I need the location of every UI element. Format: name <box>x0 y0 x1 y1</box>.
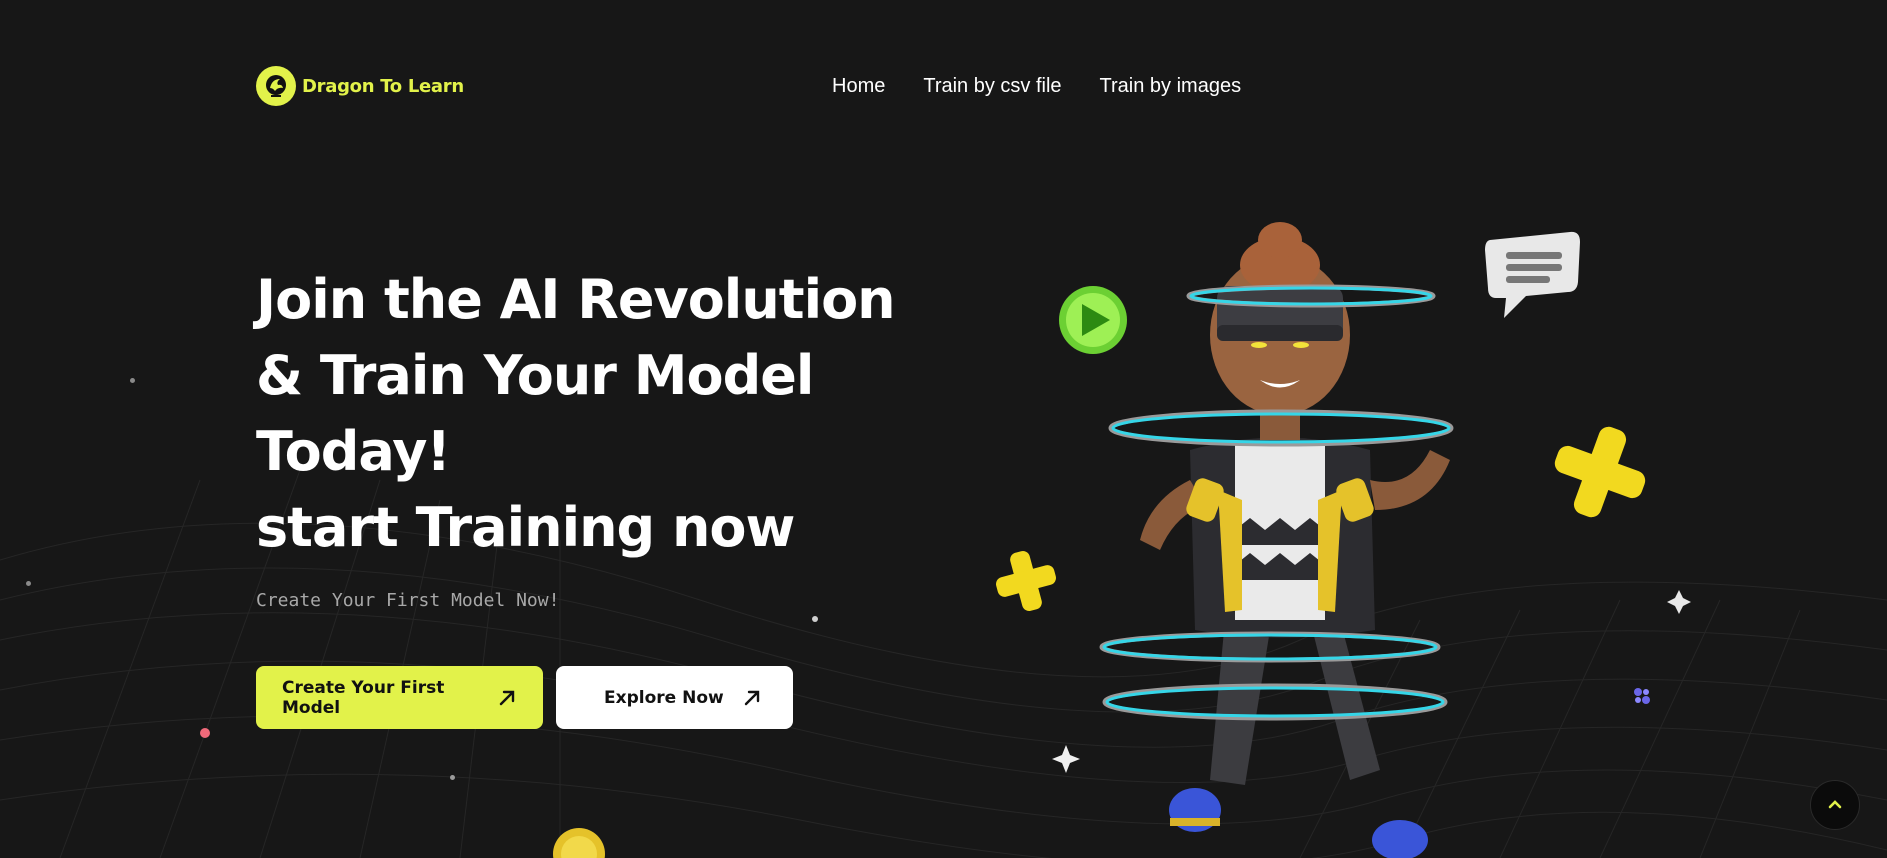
decor-dot <box>26 581 31 586</box>
scroll-to-top-button[interactable] <box>1810 780 1860 830</box>
arrow-up-right-icon <box>497 688 517 708</box>
hero-subtitle: Create Your First Model Now! <box>256 590 560 611</box>
nav-train-by-images[interactable]: Train by images <box>1100 75 1242 98</box>
sparkle-icon <box>1667 590 1691 614</box>
nav-home[interactable]: Home <box>832 75 885 98</box>
arrow-up-right-icon <box>742 688 762 708</box>
decor-dot <box>450 775 455 780</box>
decor-dot <box>200 728 210 738</box>
site-header: Dragon To Learn Home Train by csv file T… <box>256 64 1241 108</box>
plus-shape-icon <box>996 551 1056 611</box>
chat-bubble-icon <box>1485 231 1580 318</box>
plus-shape-icon <box>1554 426 1646 518</box>
nav-train-by-csv[interactable]: Train by csv file <box>923 75 1061 98</box>
coin-icon <box>553 828 605 858</box>
brand-logo[interactable]: Dragon To Learn <box>256 66 464 106</box>
headline-line: & Train Your Model <box>256 344 814 407</box>
character <box>1140 222 1450 858</box>
hero-headline: Join the AI Revolution & Train Your Mode… <box>256 262 936 566</box>
decor-dot <box>130 378 135 383</box>
bow-shape-icon <box>1634 688 1650 704</box>
button-label: Create Your First Model <box>282 677 445 718</box>
chevron-up-icon <box>1828 796 1842 814</box>
hero-section: Join the AI Revolution & Train Your Mode… <box>256 262 936 566</box>
create-first-model-button[interactable]: Create Your First Model <box>256 666 543 729</box>
main-nav: Home Train by csv file Train by images <box>832 64 1241 108</box>
button-label: Explore Now <box>604 687 724 708</box>
decor-dot <box>812 616 818 622</box>
brand-name: Dragon To Learn <box>302 75 464 97</box>
hero-illustration <box>996 222 1691 858</box>
sparkle-icon <box>1052 745 1080 773</box>
headline-line: start Training now <box>256 496 795 559</box>
play-icon <box>1059 286 1127 354</box>
headline-line: Join the AI Revolution <box>256 268 896 331</box>
headline-line: Today! <box>256 420 451 483</box>
hero-actions: Create Your First Model Explore Now <box>256 666 793 729</box>
explore-now-button[interactable]: Explore Now <box>556 666 793 729</box>
dragon-icon <box>256 66 296 106</box>
